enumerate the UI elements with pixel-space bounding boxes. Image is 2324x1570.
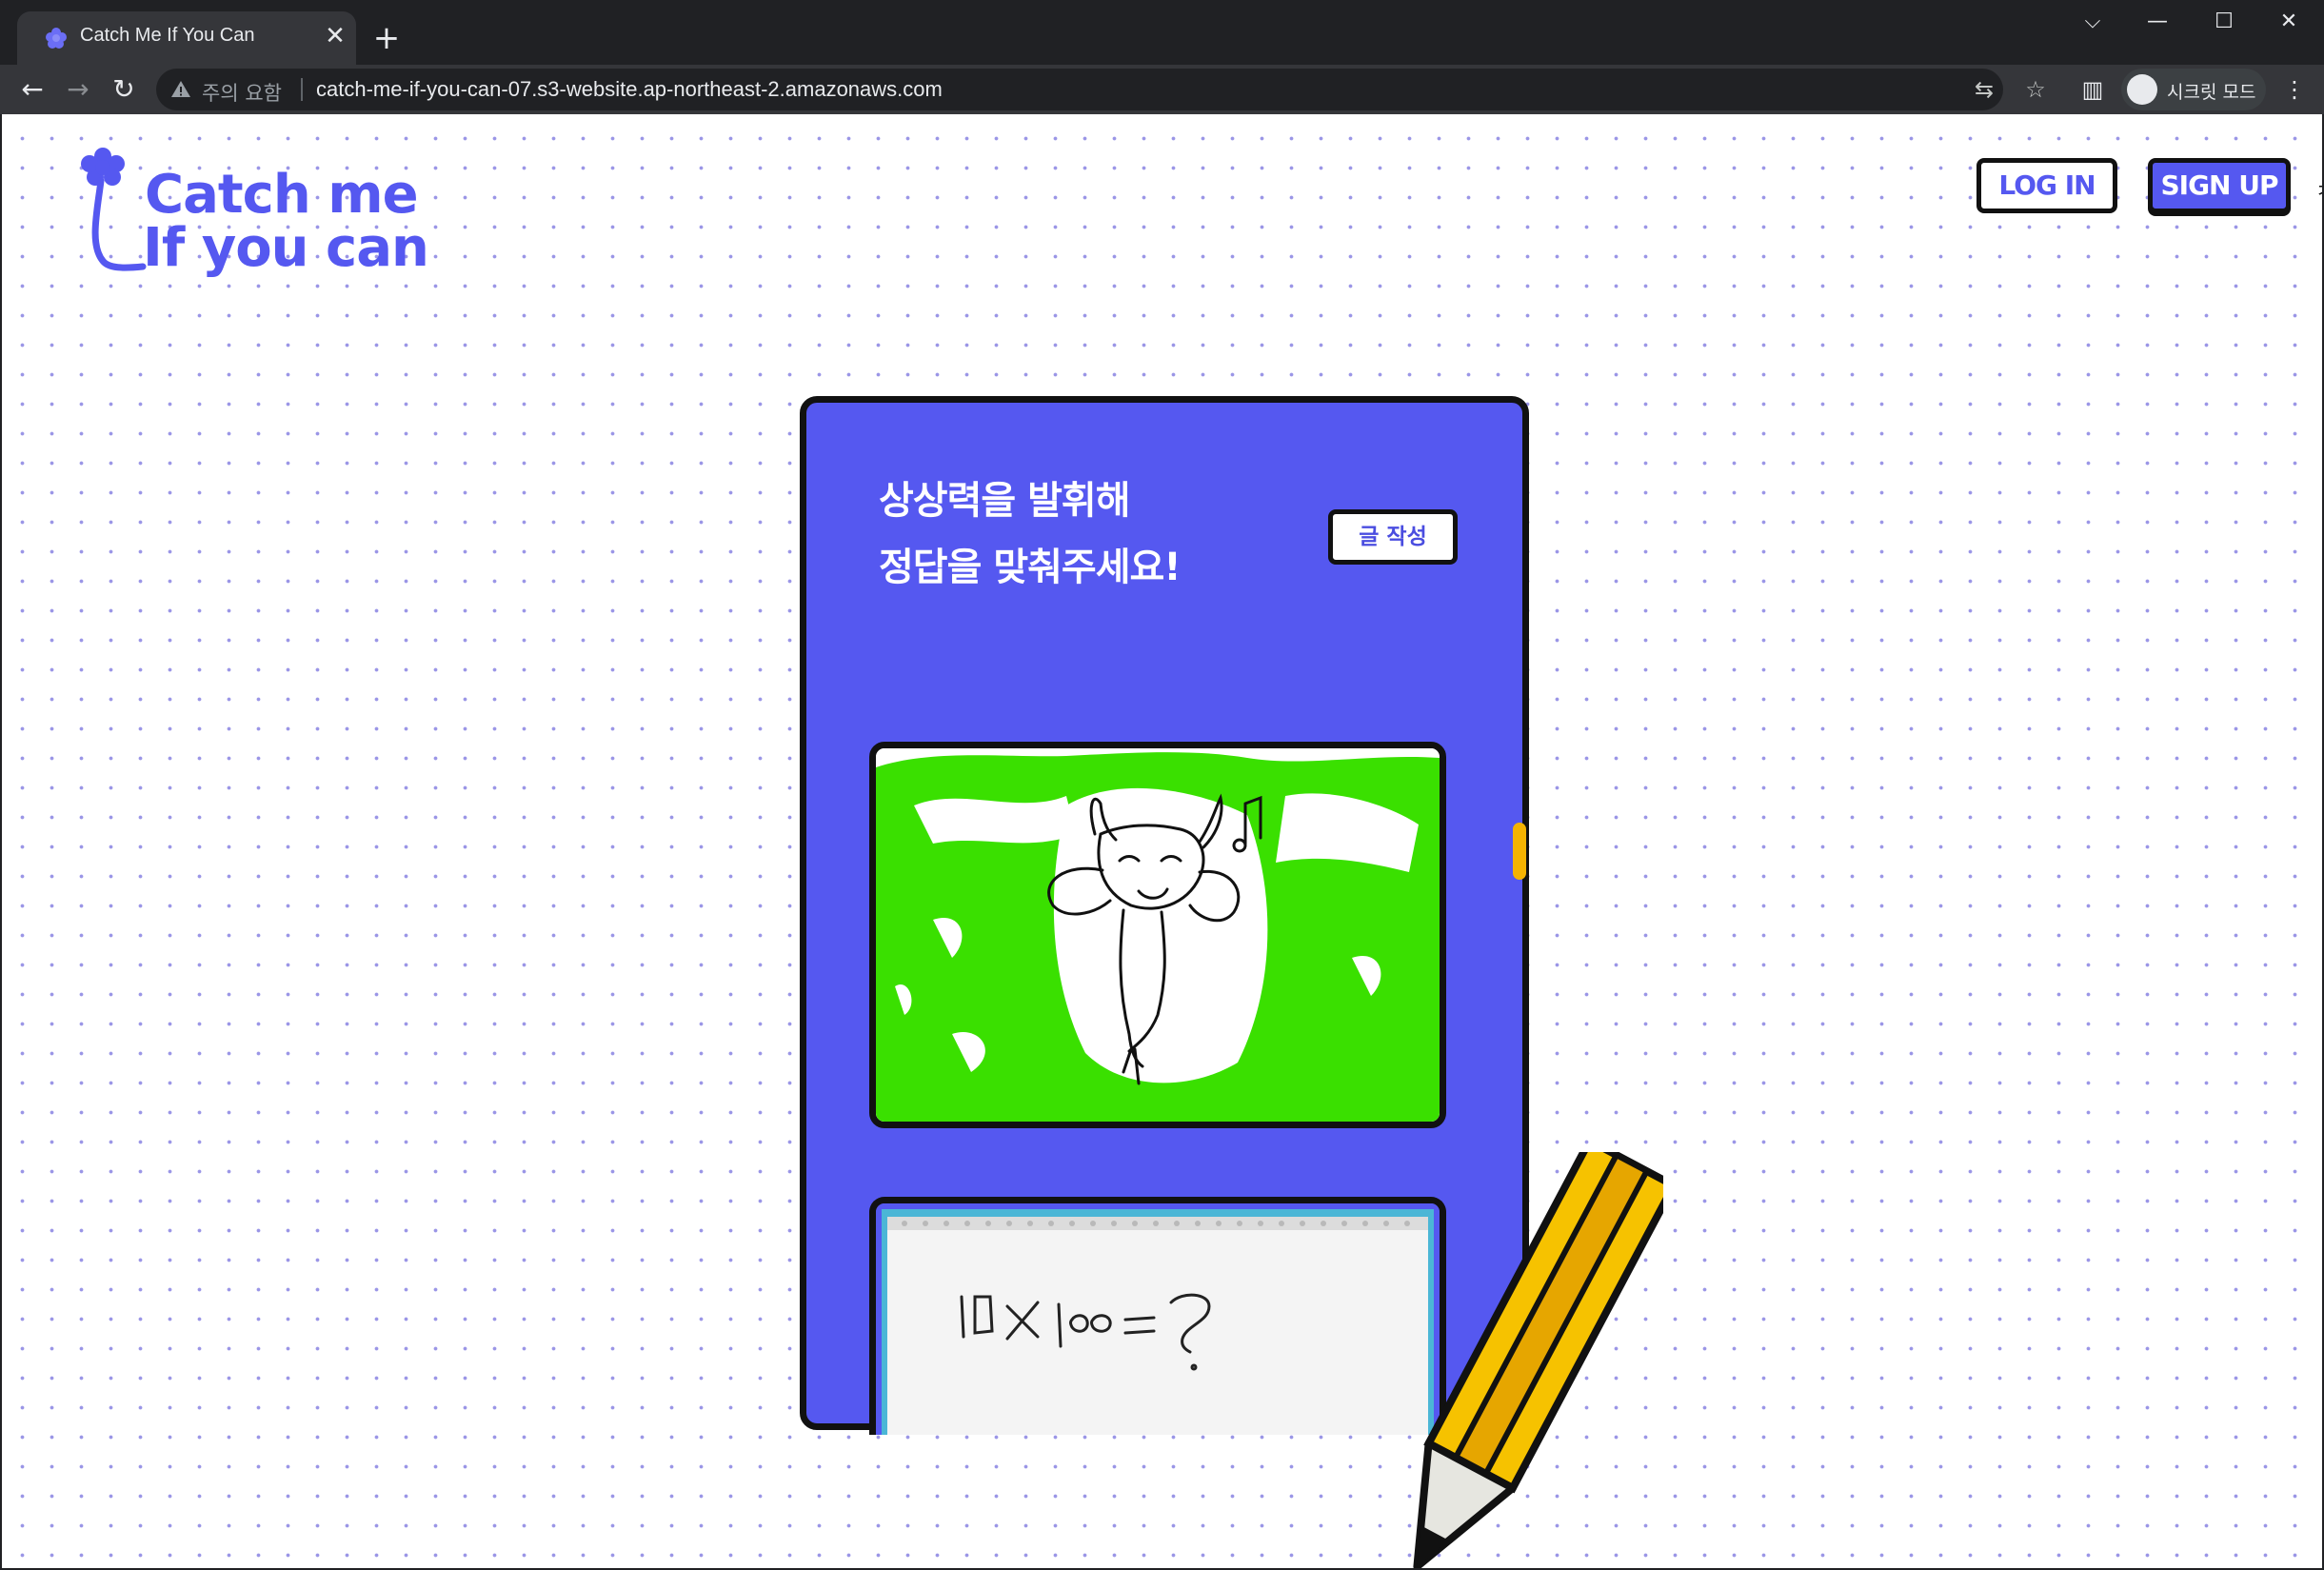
bookmark-star-icon[interactable]: ☆: [2022, 76, 2049, 103]
url-text[interactable]: catch-me-if-you-can-07.s3-website.ap-nor…: [316, 77, 943, 102]
back-button[interactable]: ←: [13, 70, 51, 109]
address-bar[interactable]: 주의 요함 catch-me-if-you-can-07.s3-website.…: [156, 69, 2003, 110]
browser-toolbar: ← → ↻ 주의 요함 catch-me-if-you-can-07.s3-we…: [0, 65, 2324, 114]
clipped-header-glyph: ㅊ: [2315, 173, 2322, 204]
pencil-illustration-icon: [1413, 1152, 1663, 1568]
flower-favicon-icon: [46, 28, 67, 49]
browser-tab-bar: Catch Me If You Can ✕ + ⌵ — ☐ ✕: [0, 0, 2324, 65]
tab-title: Catch Me If You Can: [80, 25, 255, 46]
tab-search-icon[interactable]: ⌵: [2060, 0, 2125, 46]
flower-logo-icon: [81, 148, 147, 271]
security-warning-label[interactable]: 주의 요함: [202, 78, 282, 107]
browser-menu-icon[interactable]: ⋮: [2277, 72, 2312, 107]
logo-text-line2: If you can: [143, 217, 429, 279]
warning-icon: [171, 81, 190, 97]
incognito-icon: [2127, 74, 2157, 105]
side-panel-icon[interactable]: ▥: [2076, 72, 2110, 107]
page-viewport: Catch me If you can LOG IN SIGN UP ㅊ 상상력…: [0, 114, 2324, 1570]
incognito-label: 시크릿 모드: [2167, 82, 2256, 103]
reload-button[interactable]: ↻: [105, 70, 143, 109]
minimize-button[interactable]: —: [2125, 0, 2190, 46]
write-post-button[interactable]: 글 작성: [1328, 509, 1458, 565]
maximize-button[interactable]: ☐: [2192, 0, 2256, 46]
card-title: 상상력을 발휘해 정답을 맞춰주세요!: [879, 467, 1279, 601]
card-scrollbar-thumb[interactable]: [1513, 823, 1526, 880]
tab-close-icon[interactable]: ✕: [320, 21, 350, 51]
card-title-line2: 정답을 맞춰주세요!: [879, 546, 1182, 589]
browser-tab[interactable]: Catch Me If You Can ✕: [17, 11, 356, 65]
login-button[interactable]: LOG IN: [1976, 158, 2117, 213]
quiz-post-image[interactable]: [869, 742, 1446, 1128]
new-tab-button[interactable]: +: [367, 19, 406, 57]
translate-icon[interactable]: ⇆: [1971, 76, 1997, 103]
signup-button[interactable]: SIGN UP: [2148, 158, 2291, 213]
close-window-button[interactable]: ✕: [2256, 0, 2321, 46]
incognito-indicator[interactable]: 시크릿 모드: [2121, 69, 2266, 110]
notepad-math-image: [876, 1203, 1440, 1435]
site-logo[interactable]: Catch me If you can: [70, 145, 451, 279]
forward-button[interactable]: →: [59, 70, 97, 109]
card-title-line1: 상상력을 발휘해: [879, 479, 1131, 523]
omnibox-separator: [301, 78, 303, 101]
drawing-horned-figure-image: [876, 748, 1440, 1122]
